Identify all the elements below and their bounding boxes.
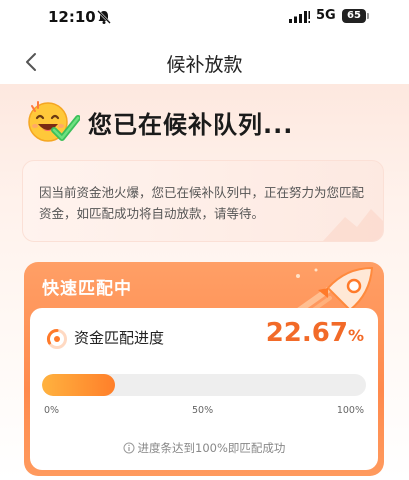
progress-hint: 进度条达到100%即匹配成功 [30, 440, 378, 456]
tick-label-100: 100% [336, 405, 364, 416]
nav-bar: 候补放款 [0, 40, 409, 84]
battery-tip [367, 13, 369, 19]
progress-hint-text: 进度条达到100%即匹配成功 [137, 441, 286, 455]
progress-bar-track [42, 374, 366, 396]
notice-text: 因当前资金池火爆，您已在候补队列中，正在努力为您匹配资金，如匹配成功将自动放款，… [39, 185, 365, 221]
tick-label-50: 50% [192, 405, 214, 416]
hero-section: 您已在候补队列... [22, 92, 392, 156]
progress-value: 22.67% [266, 318, 364, 348]
progress-label: 资金匹配进度 [74, 329, 165, 347]
match-card: 快速匹配中 资金匹配进度 22.67% 0% 50% 100% 进度条达到100… [24, 262, 384, 476]
notice-card: 因当前资金池火爆，您已在候补队列中，正在努力为您匹配资金，如匹配成功将自动放款，… [22, 160, 384, 242]
tick-label-0: 0% [44, 405, 60, 416]
progress-number: 22.67 [265, 318, 348, 348]
info-icon [123, 442, 135, 454]
progress-ring-icon [47, 329, 67, 349]
hero-title: 您已在候补队列... [88, 111, 294, 139]
progress-panel: 资金匹配进度 22.67% 0% 50% 100% 进度条达到100%即匹配成功 [30, 308, 378, 470]
battery-icon: 65 [342, 9, 366, 23]
status-bar: 12:10 5G 65 [0, 0, 409, 34]
match-title: 快速匹配中 [42, 279, 132, 299]
page-title: 候补放款 [166, 54, 243, 76]
status-time: 12:10 [48, 8, 96, 26]
bell-muted-icon [97, 10, 111, 24]
mountain-decoration-icon [323, 209, 383, 241]
signal-icon [289, 11, 310, 23]
network-label: 5G [316, 8, 336, 23]
progress-unit: % [347, 326, 364, 345]
progress-bar-fill [42, 374, 116, 396]
emoji-icon [28, 101, 80, 142]
